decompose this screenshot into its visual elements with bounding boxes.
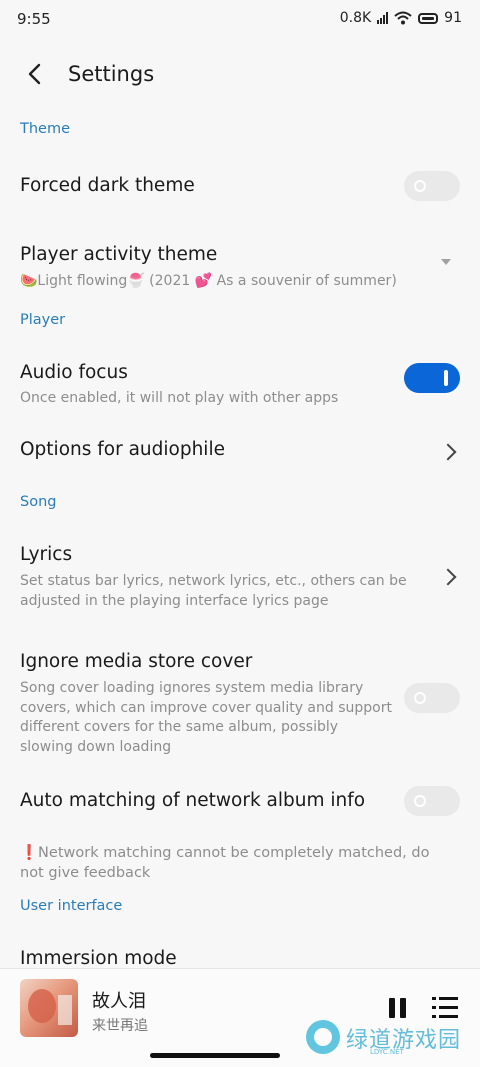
toggle-knob: [414, 180, 426, 192]
status-time: 9:55: [17, 10, 51, 28]
forced-dark-label[interactable]: Forced dark theme: [20, 175, 195, 196]
immersion-mode-label[interactable]: Immersion mode: [20, 948, 177, 969]
battery-icon: [418, 12, 439, 24]
audio-focus-toggle[interactable]: [404, 363, 460, 393]
gesture-home-bar[interactable]: [150, 1053, 280, 1058]
section-theme: Theme: [20, 121, 71, 137]
auto-match-toggle[interactable]: [404, 786, 460, 816]
wifi-icon: [394, 11, 412, 25]
battery-level: 91: [444, 10, 462, 26]
signal-icon: [377, 12, 389, 24]
toggle-knob: [414, 795, 426, 807]
player-theme-label[interactable]: Player activity theme: [20, 244, 217, 265]
watermark-logo-icon: [306, 1020, 340, 1054]
list-dot: [432, 997, 436, 1000]
auto-match-note: ❗Network matching cannot be completely m…: [20, 845, 430, 881]
page-title: Settings: [68, 62, 155, 86]
chevron-right-icon[interactable]: [439, 443, 457, 461]
status-bar: 9:55 0.8K 91: [0, 0, 480, 40]
player-theme-value: 🍉Light flowing🍧 (2021 💕 As a souvenir of…: [20, 273, 397, 289]
list-bar: [439, 997, 458, 1000]
pause-bar: [389, 998, 395, 1018]
ignore-cover-subtitle: Song cover loading ignores system media …: [20, 680, 392, 755]
section-player: Player: [20, 312, 66, 328]
dropdown-caret-icon[interactable]: [441, 259, 451, 265]
playlist-icon[interactable]: [432, 997, 460, 1019]
network-speed: 0.8K: [339, 10, 372, 26]
list-dot: [432, 1006, 436, 1009]
watermark: 绿道游戏园 LDYC.NET: [306, 1018, 466, 1060]
song-artist: 来世再追: [92, 1018, 148, 1034]
toggle-knob: [414, 692, 426, 704]
ignore-cover-toggle[interactable]: [404, 683, 460, 713]
watermark-url: LDYC.NET: [370, 1048, 404, 1056]
audio-focus-label[interactable]: Audio focus: [20, 362, 128, 383]
auto-match-label[interactable]: Auto matching of network album info: [20, 790, 365, 811]
forced-dark-toggle[interactable]: [404, 171, 460, 201]
audiophile-options-label[interactable]: Options for audiophile: [20, 439, 225, 460]
lyrics-subtitle: Set status bar lyrics, network lyrics, e…: [20, 573, 407, 609]
pause-bar: [400, 998, 406, 1018]
song-title[interactable]: 故人泪: [92, 987, 146, 1013]
section-user-interface: User interface: [20, 898, 123, 914]
pause-icon[interactable]: [388, 998, 408, 1018]
album-cover[interactable]: [20, 979, 78, 1037]
audio-focus-subtitle: Once enabled, it will not play with othe…: [20, 390, 339, 406]
app-header: Settings: [0, 52, 480, 100]
section-song: Song: [20, 494, 57, 510]
toggle-knob: [444, 370, 448, 386]
chevron-right-icon[interactable]: [439, 568, 457, 586]
list-bar: [439, 1006, 458, 1009]
back-arrow-icon[interactable]: [22, 60, 50, 88]
status-icons: 0.8K 91: [340, 10, 462, 26]
lyrics-label[interactable]: Lyrics: [20, 544, 72, 565]
ignore-cover-label[interactable]: Ignore media store cover: [20, 651, 252, 672]
